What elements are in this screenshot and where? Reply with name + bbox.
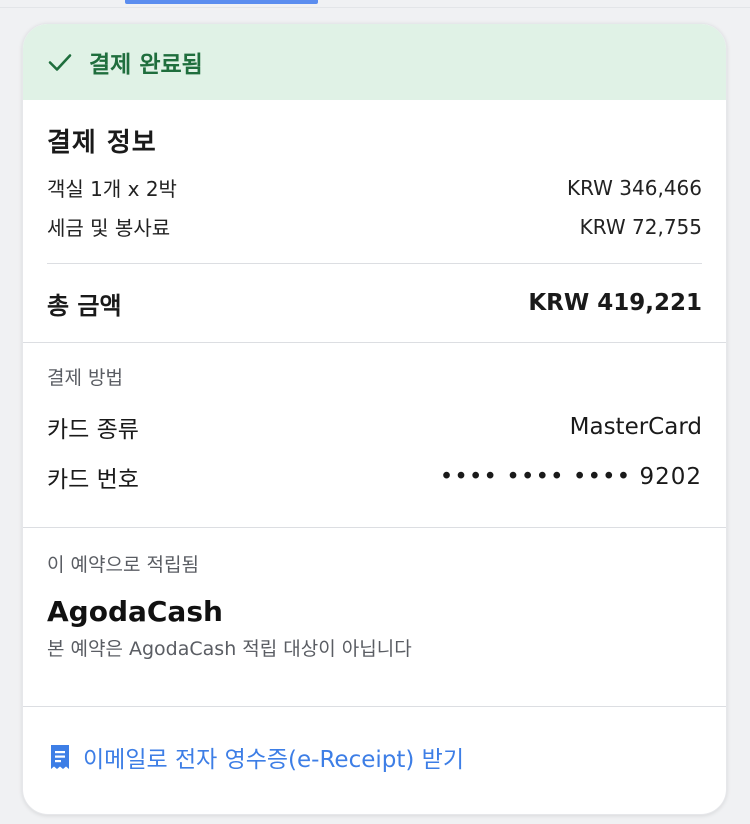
- check-icon: [47, 49, 73, 75]
- room-charge-value: KRW 346,466: [566, 175, 702, 200]
- payment-info-title: 결제 정보: [47, 128, 157, 158]
- total-value: KRW 419,221: [528, 290, 702, 316]
- payment-status-text: 결제 완료됨: [89, 52, 203, 78]
- agodacash-title: AgodaCash: [47, 595, 223, 628]
- payment-complete-banner: 결제 완료됨: [23, 24, 726, 100]
- payment-info-section: 결제 정보 객실 1개 x 2박 KRW 346,466 세금 및 봉사료 KR…: [23, 100, 726, 342]
- payment-card: 결제 완료됨 결제 정보 객실 1개 x 2박 KRW 346,466 세금 및…: [22, 23, 727, 815]
- agodacash-note: 본 예약은 AgodaCash 적립 대상이 아닙니다: [47, 638, 412, 660]
- earnings-label: 이 예약으로 적립됨: [47, 554, 199, 576]
- tax-value: KRW 72,755: [579, 214, 702, 239]
- card-type-label: 카드 종류: [47, 417, 139, 443]
- room-charge-row: 객실 1개 x 2박 KRW 346,466: [47, 173, 702, 202]
- card-number-row: 카드 번호 •••• •••• •••• 9202: [47, 460, 702, 494]
- card-type-row: 카드 종류 MasterCard: [47, 410, 702, 444]
- payment-method-label: 결제 방법: [47, 367, 123, 389]
- email-receipt-link[interactable]: 이메일로 전자 영수증(e-Receipt) 받기: [23, 707, 726, 807]
- top-tab-bar: [0, 0, 750, 8]
- email-receipt-text[interactable]: 이메일로 전자 영수증(e-Receipt) 받기: [83, 740, 464, 774]
- payment-method-section: 결제 방법 카드 종류 MasterCard 카드 번호 •••• •••• •…: [23, 343, 726, 527]
- earnings-section: 이 예약으로 적립됨 AgodaCash 본 예약은 AgodaCash 적립 …: [23, 528, 726, 706]
- total-row: 총 금액 KRW 419,221: [47, 264, 702, 342]
- room-charge-label: 객실 1개 x 2박: [47, 177, 177, 201]
- receipt-icon: [49, 744, 71, 770]
- card-type-value: MasterCard: [569, 414, 702, 440]
- tax-row: 세금 및 봉사료 KRW 72,755: [47, 212, 702, 241]
- card-number-value: •••• •••• •••• 9202: [439, 464, 702, 490]
- total-label: 총 금액: [47, 291, 122, 320]
- card-number-label: 카드 번호: [47, 467, 139, 493]
- active-tab-indicator: [125, 0, 318, 4]
- tax-label: 세금 및 봉사료: [47, 216, 171, 240]
